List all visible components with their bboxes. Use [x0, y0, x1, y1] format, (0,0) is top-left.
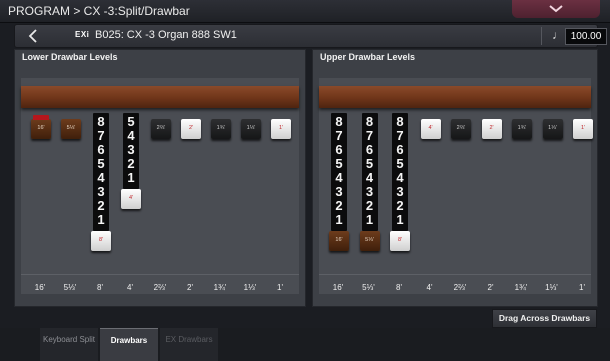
- drawbar-knob[interactable]: 4': [121, 189, 141, 209]
- drawbar-shaft[interactable]: 87654321: [361, 113, 378, 231]
- drawbar-knob[interactable]: 2⅔': [151, 119, 171, 139]
- drawbar-footage-label: 2': [489, 125, 494, 131]
- drawbar-feet-label: 16': [332, 283, 344, 292]
- drawbar-footage-label: 1': [580, 125, 586, 131]
- drawbar-footage-label: 16': [37, 125, 45, 131]
- drawbar-scale: 87654321: [396, 114, 404, 227]
- drawbar-feet-label: 1': [277, 283, 283, 292]
- page-menu-button[interactable]: [512, 0, 600, 18]
- drawbar-feet-label: 2': [187, 283, 193, 292]
- drawbar-feet-label: 5⅓': [362, 283, 375, 292]
- drawbar-footage-label: 1¾': [517, 125, 527, 131]
- drawbar-knob[interactable]: 1⅓': [542, 119, 563, 139]
- drawbar-feet-label: 2': [487, 283, 494, 292]
- drawbar-footage-label: 1⅓': [246, 125, 256, 131]
- drawbar-footage-label: 2⅔': [456, 125, 466, 131]
- drawbar-footage-label: 8': [98, 237, 104, 243]
- drawbar-feet-label: 1⅓': [545, 283, 558, 292]
- quarter-note-icon: ♩: [552, 28, 564, 42]
- tab-drawbars[interactable]: Drawbars: [100, 328, 158, 361]
- drawbar-knob[interactable]: 1': [573, 119, 593, 139]
- tab-keyboard-split[interactable]: Keyboard Split: [40, 328, 98, 361]
- drawbar-feet-label: 1⅓': [243, 283, 257, 292]
- drawbar-feet-label: 4': [426, 283, 433, 292]
- upper-panel-title: Upper Drawbar Levels: [320, 52, 416, 62]
- wood-rail: [21, 86, 299, 108]
- drawbar-knob[interactable]: 8': [91, 231, 111, 251]
- drawbar-feet-label: 1¾': [514, 283, 528, 292]
- drawbar-footage-label: 1⅓': [548, 125, 557, 131]
- lower-drawbar-panel: Lower Drawbar Levels 16' 5⅓' 8 7 6 5 4 3 2 1 8' 5 4 3…: [14, 49, 306, 307]
- drawbar-footage-label: 2': [188, 125, 194, 131]
- drawbar-knob[interactable]: 16': [31, 115, 51, 139]
- title-bar: PROGRAM > CX -3:Split/Drawbar: [0, 0, 610, 23]
- drawbar-knob[interactable]: 8': [390, 231, 410, 251]
- drawbar-knob[interactable]: 2': [181, 119, 201, 139]
- drawbar-shaft[interactable]: 54321: [123, 113, 139, 189]
- drawbar-knob[interactable]: 1': [271, 119, 291, 139]
- drawbar-footage-label: 5⅓': [365, 237, 374, 243]
- drawbar-knob[interactable]: 16': [329, 231, 349, 251]
- drawbar-footage-label: 2⅔': [156, 125, 166, 131]
- wood-rail: [319, 86, 591, 108]
- chevron-down-icon: [549, 5, 563, 13]
- divider: [319, 274, 591, 275]
- drag-across-drawbars-button[interactable]: Drag Across Drawbars: [492, 309, 597, 328]
- drawbar-scale: 54321: [127, 114, 135, 185]
- drawbar-knob[interactable]: 1¾': [211, 119, 231, 139]
- drawbar-feet-label: 2⅔': [153, 283, 167, 292]
- lower-drawbar-area[interactable]: 16' 5⅓' 8 7 6 5 4 3 2 1 8' 5 4 3 2 1 4' 2⅔' 2' 1¾' 1⅓' 1': [21, 78, 299, 294]
- drawbar-knob[interactable]: 5⅓': [359, 231, 380, 251]
- drawbar-footage-label: 5⅓': [66, 125, 76, 131]
- drawbar-feet-label: 16': [34, 283, 46, 292]
- drawbar-knob[interactable]: 2': [481, 119, 502, 139]
- drawbar-footage-label: 8': [397, 237, 403, 243]
- drawbar-scale: 87654321: [335, 114, 343, 227]
- drawbar-footage-label: 1': [278, 125, 284, 131]
- drawbar-shaft[interactable]: 87654321: [331, 113, 347, 231]
- tab-ex-drawbars[interactable]: EX Drawbars: [160, 328, 218, 361]
- drawbar-feet-label: 4': [127, 283, 133, 292]
- drawbar-knob[interactable]: 1¾': [512, 119, 532, 139]
- drawbar-shaft[interactable]: 87654321: [93, 113, 109, 231]
- tempo-field[interactable]: 100.00: [565, 28, 607, 45]
- drawbar-knob[interactable]: 4': [420, 119, 441, 139]
- program-select-bar[interactable]: EXi B025: CX -3 Organ 888 SW1 ♩ 100.00: [14, 24, 607, 48]
- drawbar-knob[interactable]: 5⅓': [61, 119, 81, 139]
- tab-bar: Keyboard Split Drawbars EX Drawbars: [0, 328, 610, 361]
- exi-badge: EXi: [75, 30, 90, 39]
- drawbar-footage-label: 4': [128, 195, 134, 201]
- upper-drawbar-area[interactable]: 8 7 6 5 4 3 2 1 16' 8 7 6 5 4 3 2 1 5⅓' 8 7 6 5 4 3 2 1 8' 4' 2⅔' 2' 1…: [319, 78, 593, 294]
- drawbar-scale: 87654321: [365, 114, 374, 227]
- chevron-left-icon[interactable]: [25, 28, 43, 44]
- drawbar-footage-label: 16': [335, 237, 343, 243]
- divider: [541, 27, 542, 45]
- divider: [21, 274, 299, 275]
- drawbar-feet-label: 1': [579, 283, 585, 292]
- drawbar-feet-label: 2⅔': [453, 283, 467, 292]
- lower-panel-title: Lower Drawbar Levels: [22, 52, 118, 62]
- drawbar-knob[interactable]: 2⅔': [451, 119, 471, 139]
- drawbar-scale: 87654321: [97, 114, 105, 227]
- drawbar-feet-label: 5⅓': [63, 283, 77, 292]
- drawbar-feet-label: 8': [97, 283, 103, 292]
- page-title: PROGRAM > CX -3:Split/Drawbar: [8, 4, 190, 18]
- drawbar-footage-label: 4': [428, 125, 433, 131]
- drawbar-shaft[interactable]: 87654321: [392, 113, 408, 231]
- drawbar-feet-label: 1¾': [213, 283, 227, 292]
- program-name[interactable]: B025: CX -3 Organ 888 SW1: [95, 29, 237, 41]
- upper-drawbar-panel: Upper Drawbar Levels 8 7 6 5 4 3 2 1 16' 8 7 6 5 4 3 2 1…: [312, 49, 598, 307]
- drawbar-feet-label: 8': [396, 283, 402, 292]
- drawbar-knob[interactable]: 1⅓': [241, 119, 261, 139]
- drawbar-footage-label: 1¾': [216, 125, 226, 131]
